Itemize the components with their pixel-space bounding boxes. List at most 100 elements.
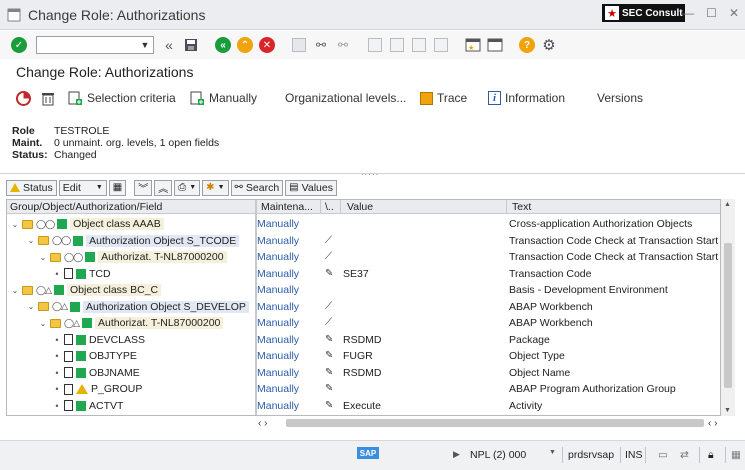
versions-button[interactable]: Versions — [597, 91, 643, 105]
search-button[interactable]: ⚯ Search — [230, 179, 284, 196]
minimize-icon[interactable]: — — [682, 6, 694, 20]
wizard-icon[interactable]: ⟋ — [325, 317, 332, 328]
transfer-icon[interactable]: ⇄ — [680, 449, 689, 461]
print-icon[interactable] — [290, 36, 308, 54]
tree-row[interactable]: ⌄ ◯◯ Object class AAAB Manually Cross-ap… — [7, 216, 720, 233]
values-button[interactable]: ▤ Values — [285, 179, 337, 196]
help-icon[interactable]: ? — [518, 36, 536, 54]
tree-row[interactable]: ⌄ ◯△ Authorizat. T-NL87000200 Manually ⟋… — [7, 315, 720, 332]
layout-icon[interactable]: ▦ — [731, 449, 741, 461]
trace-icon — [420, 91, 433, 105]
cancel-icon[interactable]: ✕ — [258, 36, 276, 54]
column-header-flag[interactable]: \.. — [325, 201, 334, 213]
wizard-icon[interactable]: ⟋ — [325, 301, 332, 312]
print-tool-button[interactable]: ⎙ ▼ — [174, 179, 201, 196]
star-icon: ★ — [605, 6, 619, 20]
sap-window-icon — [6, 7, 22, 23]
chevron-down-icon[interactable]: ▼ — [549, 449, 556, 456]
shortcut-icon[interactable] — [486, 36, 504, 54]
maint-value: 0 unmaint. org. levels, 1 open fields — [54, 137, 220, 149]
column-header-text[interactable]: Text — [512, 201, 531, 213]
scroll-left-right-icon[interactable]: ‹ › — [708, 418, 717, 429]
splitter-grip-icon[interactable]: ····· — [361, 170, 379, 179]
horizontal-scrollbar[interactable] — [286, 419, 704, 427]
next-page-icon[interactable] — [410, 36, 428, 54]
wizard-icon[interactable]: ⟋ — [325, 251, 332, 262]
delete-button[interactable] — [41, 91, 55, 106]
vertical-scrollbar[interactable]: ▲ ▼ — [721, 199, 735, 416]
chevron-down-icon[interactable]: ⌄ — [27, 302, 35, 311]
sparkle-icon: ✱ — [206, 182, 215, 193]
command-field[interactable]: ▼ — [36, 36, 154, 54]
maximize-icon[interactable]: ☐ — [706, 6, 717, 20]
close-window-icon[interactable]: ✕ — [729, 6, 739, 20]
tree-row[interactable]: ⌄ ◯◯ Authorization Object S_TCODE Manual… — [7, 233, 720, 250]
enter-icon[interactable]: ✓ — [10, 36, 28, 54]
pencil-icon[interactable]: ✎ — [325, 350, 333, 361]
pencil-icon[interactable]: ✎ — [325, 400, 333, 411]
find-icon[interactable]: ⚯ — [312, 36, 330, 54]
save-icon[interactable] — [182, 36, 200, 54]
tree-row[interactable]: ⌄ ◯△ Authorization Object S_DEVELOP Manu… — [7, 299, 720, 316]
scrollbar-thumb[interactable] — [724, 243, 732, 388]
chevron-up-icon[interactable]: ▲ — [724, 201, 731, 208]
warning-triangle-icon — [10, 183, 20, 192]
table-icon: ▤ — [289, 182, 299, 193]
chevron-down-icon[interactable]: ⌄ — [39, 319, 47, 328]
session-icon[interactable]: ▭ — [658, 449, 668, 461]
scroll-left-right-icon[interactable]: ‹ › — [258, 418, 267, 429]
folder-icon — [22, 219, 33, 229]
create-session-icon[interactable]: ★ — [464, 36, 482, 54]
status-expand-icon[interactable]: ▶ — [453, 449, 460, 460]
chevron-down-icon[interactable]: ▼ — [137, 37, 153, 53]
first-page-icon[interactable] — [366, 36, 384, 54]
status-lights-icon: ◯△ — [52, 301, 68, 311]
previous-page-icon[interactable] — [388, 36, 406, 54]
selection-criteria-button[interactable]: Selection criteria — [68, 91, 176, 106]
gear-icon[interactable]: ⚙ — [540, 36, 558, 54]
chevron-down-icon[interactable]: ⌄ — [39, 253, 47, 262]
information-button[interactable]: i Information — [488, 91, 565, 105]
status-button[interactable]: Status — [6, 179, 57, 196]
trace-button[interactable]: Trace — [420, 91, 467, 105]
tree-row[interactable]: • OBJNAME Manually ✎ RSDMD Object Name — [7, 365, 720, 382]
insert-mode[interactable]: INS — [625, 449, 643, 461]
org-levels-tool-button[interactable]: ▦ — [108, 179, 127, 196]
system-info[interactable]: NPL (2) 000 — [470, 449, 526, 461]
double-chevron-left-icon[interactable]: « — [160, 36, 178, 54]
settings-tool-button[interactable]: ✱ ▼ — [202, 179, 229, 196]
window-title: Change Role: Authorizations — [28, 6, 206, 23]
column-header-maintenance[interactable]: Maintena... — [261, 201, 313, 213]
tree-row[interactable]: • TCD Manually ✎ SE37 Transaction Code — [7, 266, 720, 283]
column-header-tree[interactable]: Group/Object/Authorization/Field — [10, 201, 162, 213]
tree-row[interactable]: • OBJTYPE Manually ✎ FUGR Object Type — [7, 348, 720, 365]
find-next-icon[interactable]: ⚯ — [334, 36, 352, 54]
pencil-icon[interactable]: ✎ — [325, 334, 333, 345]
other-role-button[interactable] — [16, 90, 31, 106]
manually-button[interactable]: Manually — [190, 91, 257, 106]
tree-row[interactable]: • P_GROUP Manually ✎ ABAP Program Author… — [7, 381, 720, 398]
tree-row[interactable]: ⌄ ◯△ Object class BC_C Manually Basis - … — [7, 282, 720, 299]
expand-all-button[interactable]: ︾ — [134, 179, 153, 196]
chevron-down-icon[interactable]: ⌄ — [27, 236, 35, 245]
column-header-value[interactable]: Value — [347, 201, 373, 213]
document-icon — [64, 350, 73, 362]
pencil-icon[interactable]: ✎ — [325, 268, 333, 279]
collapse-all-button[interactable]: ︽ — [154, 179, 173, 196]
wizard-icon[interactable]: ⟋ — [325, 235, 332, 246]
green-status-icon — [85, 252, 96, 262]
exit-icon[interactable]: ⌃ — [236, 36, 254, 54]
chevron-down-icon[interactable]: ▼ — [724, 407, 731, 414]
chevron-down-icon[interactable]: ⌄ — [11, 220, 19, 229]
tree-row[interactable]: • ACTVT Manually ✎ Execute Activity — [7, 398, 720, 415]
chevron-down-icon[interactable]: ⌄ — [11, 286, 19, 295]
tree-row[interactable]: ⌄ ◯◯ Authorizat. T-NL87000200 Manually ⟋… — [7, 249, 720, 266]
tree-row[interactable]: • DEVCLASS Manually ✎ RSDMD Package — [7, 332, 720, 349]
last-page-icon[interactable] — [432, 36, 450, 54]
back-icon[interactable]: « — [214, 36, 232, 54]
document-icon — [64, 367, 73, 378]
organizational-levels-button[interactable]: Organizational levels... — [285, 91, 406, 105]
pencil-icon[interactable]: ✎ — [325, 367, 333, 378]
edit-menu-button[interactable]: Edit ▼ — [58, 179, 107, 196]
pencil-icon[interactable]: ✎ — [325, 383, 333, 394]
